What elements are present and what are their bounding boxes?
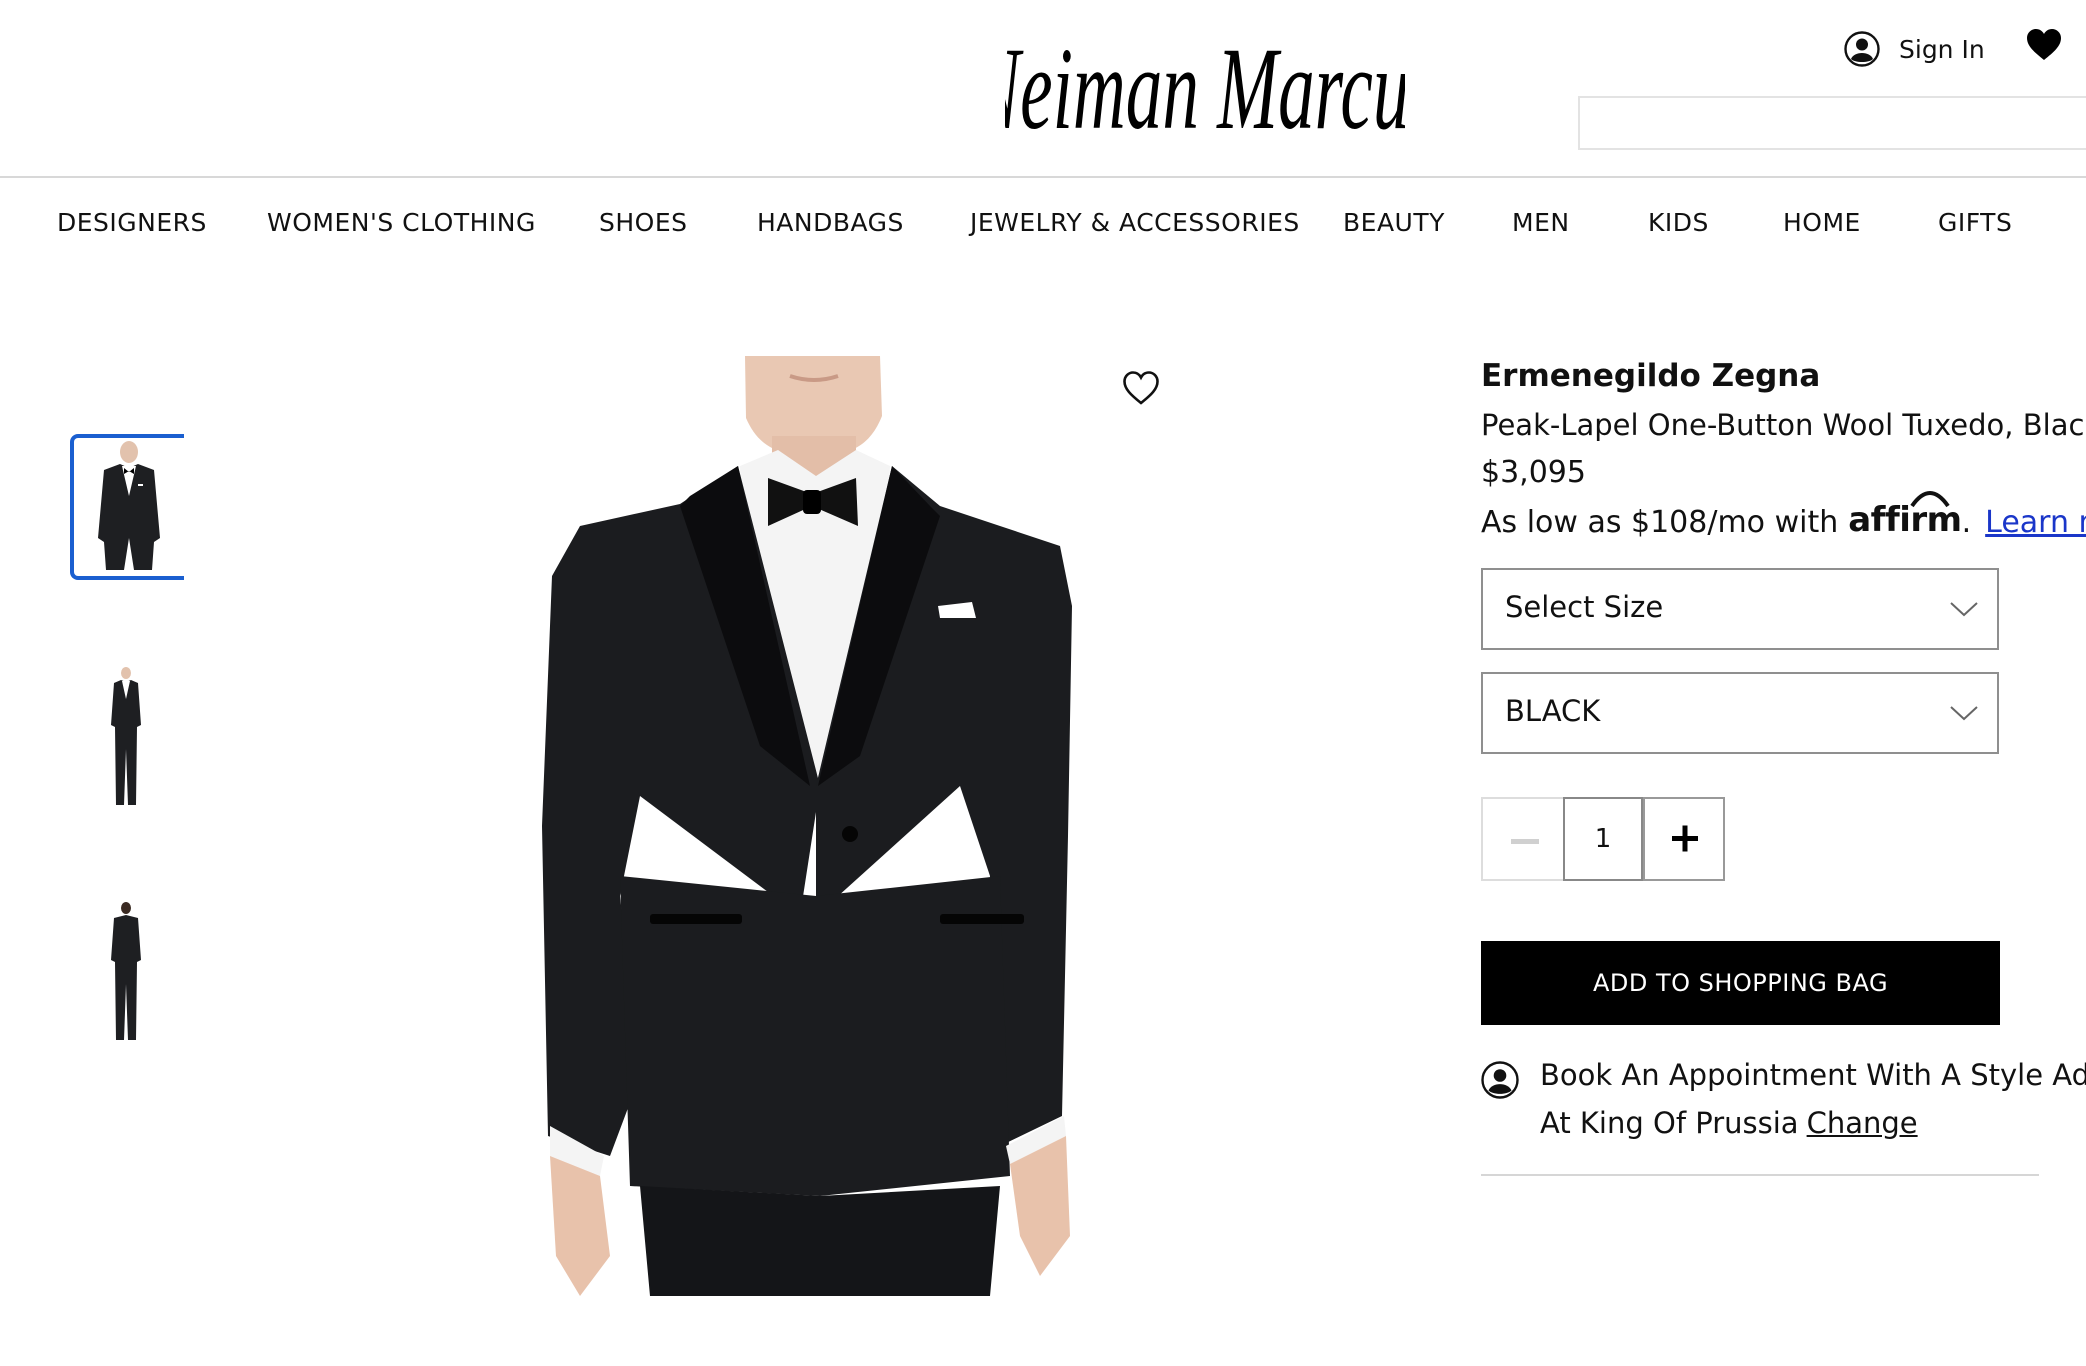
- nav-item-beauty[interactable]: BEAUTY: [1343, 208, 1445, 237]
- neiman-marcus-logo[interactable]: Neiman Marcus: [1005, 10, 1405, 160]
- nav-item-home[interactable]: HOME: [1783, 208, 1861, 237]
- appointment-store: At King Of Prussia: [1540, 1106, 1799, 1140]
- appointment-text: Book An Appointment With A Style Advisor: [1540, 1058, 2086, 1092]
- chevron-down-icon: [1950, 602, 1978, 617]
- nav-item-jewelry-accessories[interactable]: JEWELRY & ACCESSORIES: [970, 208, 1300, 237]
- divider: [1481, 1174, 2039, 1176]
- change-store-link[interactable]: Change: [1807, 1106, 1918, 1140]
- main-navigation: DESIGNERS WOMEN'S CLOTHING SHOES HANDBAG…: [0, 176, 2086, 272]
- quantity-field[interactable]: 1: [1563, 797, 1643, 881]
- affirm-logo: affirm: [1848, 491, 1962, 540]
- heart-icon[interactable]: [2026, 28, 2062, 62]
- appointment-store-line: At King Of Prussia Change: [1540, 1106, 1918, 1140]
- nav-item-handbags[interactable]: HANDBAGS: [757, 208, 904, 237]
- chevron-down-icon: [1950, 706, 1978, 721]
- thumbnail-back[interactable]: [70, 900, 184, 1046]
- tuxedo-front-image: [98, 441, 160, 570]
- thumbnail-full-length[interactable]: [70, 665, 184, 811]
- user-circle-icon: [1481, 1061, 1519, 1099]
- search-input[interactable]: [1578, 96, 2086, 150]
- nav-item-men[interactable]: MEN: [1512, 208, 1570, 237]
- sign-in-link[interactable]: Sign In: [1843, 26, 1985, 72]
- nav-item-designers[interactable]: DESIGNERS: [57, 208, 207, 237]
- svg-text:Neiman Marcus: Neiman Marcus: [1005, 25, 1405, 155]
- product-name: Peak-Lapel One-Button Wool Tuxedo, Black: [1481, 408, 2086, 442]
- learn-more-link[interactable]: Learn more: [1985, 505, 2086, 540]
- nav-item-gifts[interactable]: GIFTS: [1938, 208, 2012, 237]
- size-select-value: Select Size: [1505, 590, 1664, 624]
- minus-icon: [1511, 839, 1539, 844]
- decrease-quantity-button[interactable]: [1481, 797, 1563, 881]
- tuxedo-photo: [542, 356, 1072, 1296]
- quantity-stepper: 1: [1481, 797, 1729, 881]
- nav-item-womens-clothing[interactable]: WOMEN'S CLOTHING: [267, 208, 536, 237]
- plus-icon: [1672, 825, 1698, 852]
- size-select[interactable]: Select Size: [1481, 568, 1999, 650]
- financing-line: As low as $108/mo with affirm . Learn mo…: [1481, 491, 2086, 540]
- site-header: Neiman Marcus Sign In: [0, 0, 2086, 178]
- affirm-arc-icon: [1910, 491, 1950, 508]
- user-circle-icon: [1844, 31, 1880, 67]
- heart-outline-icon[interactable]: [1122, 370, 1160, 406]
- increase-quantity-button[interactable]: [1643, 797, 1725, 881]
- nav-item-shoes[interactable]: SHOES: [599, 208, 688, 237]
- thumbnail-front[interactable]: [70, 434, 184, 580]
- add-to-bag-button[interactable]: ADD TO SHOPPING BAG: [1481, 941, 2000, 1025]
- sign-in-label: Sign In: [1899, 34, 1985, 64]
- color-select-value: BLACK: [1505, 694, 1601, 728]
- financing-text: As low as $108/mo with: [1481, 505, 1839, 540]
- tuxedo-full-length-image: [111, 667, 141, 805]
- product-price: $3,095: [1481, 455, 1586, 490]
- nav-item-kids[interactable]: KIDS: [1648, 208, 1709, 237]
- tuxedo-back-image: [111, 902, 141, 1040]
- product-brand[interactable]: Ermenegildo Zegna: [1481, 358, 1820, 394]
- main-product-image[interactable]: [520, 356, 1160, 1296]
- color-select[interactable]: BLACK: [1481, 672, 1999, 754]
